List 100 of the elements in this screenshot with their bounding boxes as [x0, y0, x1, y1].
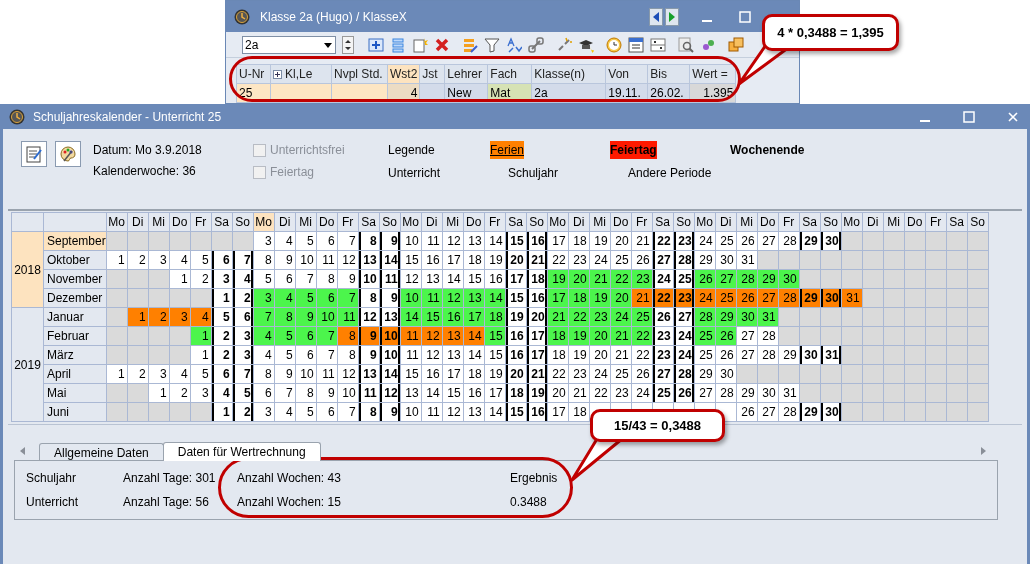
weekday-header: Di: [274, 212, 296, 232]
column-header[interactable]: Wert =: [689, 64, 736, 84]
week-label: Kalenderwoche: 36: [93, 163, 196, 180]
clock-icon: [9, 108, 25, 125]
copy-icon[interactable]: [728, 36, 744, 53]
column-header[interactable]: Von: [605, 64, 648, 84]
maximize-icon[interactable]: [739, 10, 751, 23]
weekday-header: Mo: [547, 212, 569, 232]
weeks-value: Anzahl Wochen: 43: [237, 470, 341, 487]
rows-icon[interactable]: [390, 36, 406, 53]
filter-icon[interactable]: [484, 36, 500, 53]
legend-item: Wochenende: [730, 142, 805, 159]
column-header[interactable]: Jst: [419, 64, 445, 84]
legend-item: Feiertag: [610, 141, 657, 159]
days-value: Anzahl Tage: 301: [123, 470, 216, 487]
result-value: Ergebnis: [510, 470, 558, 487]
weekday-header: Sa: [358, 212, 380, 232]
tab[interactable]: Allgemeine Daten: [39, 443, 164, 461]
weeks-value: Anzahl Wochen: 15: [237, 494, 341, 511]
weekday-header: Mo: [106, 212, 128, 232]
weekday-header: Mi: [736, 212, 758, 232]
weekday-header: Di: [862, 212, 884, 232]
weekday-header: Fr: [190, 212, 212, 232]
new-page-icon[interactable]: [412, 36, 428, 53]
column-header[interactable]: Fach: [487, 64, 532, 84]
column-header[interactable]: Nvpl Std.: [331, 64, 388, 84]
weekday-header: Do: [610, 212, 632, 232]
table-icon[interactable]: [650, 36, 666, 53]
date-label: Datum: Mo 3.9.2018: [93, 142, 202, 159]
weekday-header: Mo: [694, 212, 716, 232]
weekday-header: Mo: [400, 212, 422, 232]
link-icon[interactable]: [528, 36, 544, 53]
expand-icon[interactable]: [273, 69, 282, 79]
weekday-header: So: [673, 212, 695, 232]
weekday-header: Do: [316, 212, 338, 232]
window-title: Klasse 2a (Hugo) / KlasseX: [260, 8, 408, 26]
checkbox-label: Unterrichtsfrei: [270, 142, 345, 159]
search-icon[interactable]: [678, 36, 694, 53]
window-title: Schuljahreskalender - Unterricht 25: [33, 108, 223, 126]
column-header[interactable]: U-Nr: [236, 64, 271, 84]
weekday-header: Fr: [337, 212, 359, 232]
legend-item: Unterricht: [388, 165, 440, 182]
weekday-header: Mi: [883, 212, 905, 232]
weekday-header: Do: [169, 212, 191, 232]
sort-icon[interactable]: [506, 36, 522, 53]
edit-list-icon[interactable]: [462, 36, 478, 53]
weekday-header: Mi: [442, 212, 464, 232]
calendar-icon[interactable]: [628, 36, 644, 53]
scroll-right-icon[interactable]: [979, 446, 987, 456]
days-value: Anzahl Tage: 56: [123, 494, 209, 511]
callout: 4 * 0,3488 = 1,395: [762, 14, 899, 51]
weekday-header: So: [967, 212, 989, 232]
weekday-header: Fr: [484, 212, 506, 232]
weekday-header: So: [526, 212, 548, 232]
weekday-header: Sa: [799, 212, 821, 232]
weekday-header: Sa: [211, 212, 233, 232]
weekday-header: Di: [715, 212, 737, 232]
spinner-icon[interactable]: [342, 35, 354, 54]
palette-icon: [59, 145, 77, 163]
weekday-header: Sa: [505, 212, 527, 232]
row-label: Unterricht: [26, 494, 78, 511]
column-header[interactable]: Klasse(n): [531, 64, 606, 84]
weekday-header: Di: [421, 212, 443, 232]
column-header[interactable]: Lehrer: [444, 64, 488, 84]
clock-icon: [234, 8, 250, 25]
legend-item: Schuljahr: [508, 165, 559, 182]
weekday-header: Di: [568, 212, 590, 232]
weekday-header: Mo: [841, 212, 863, 232]
callout: 15/43 = 0,3488: [590, 409, 725, 442]
edit-button[interactable]: [21, 141, 47, 167]
weekday-header: So: [379, 212, 401, 232]
result-value: 0.3488: [510, 494, 547, 511]
weekday-header: Do: [463, 212, 485, 232]
maximize-icon[interactable]: [963, 110, 975, 123]
weekday-header: So: [232, 212, 254, 232]
weekday-header: So: [820, 212, 842, 232]
row-label: Schuljahr: [26, 470, 77, 487]
tab[interactable]: Daten für Wertrechnung: [162, 442, 321, 461]
weekday-header: Mi: [589, 212, 611, 232]
close-icon[interactable]: [1007, 110, 1019, 123]
class-dropdown[interactable]: 2a: [242, 35, 336, 54]
clock-icon[interactable]: [606, 36, 622, 53]
legend-title: Legende: [388, 142, 435, 159]
weekday-header: Mo: [253, 212, 275, 232]
weekday-header: Di: [127, 212, 149, 232]
color-button[interactable]: [55, 141, 81, 167]
weekday-header: Mi: [148, 212, 170, 232]
weekday-header: Sa: [946, 212, 968, 232]
weekday-header: Fr: [778, 212, 800, 232]
notepad-icon: [25, 145, 43, 163]
column-header[interactable]: Bis: [647, 64, 690, 84]
year-cell: 2018: [11, 231, 44, 308]
weekday-header: Do: [904, 212, 926, 232]
weekday-header: Mi: [295, 212, 317, 232]
delete-icon[interactable]: [434, 36, 450, 53]
scroll-left-icon[interactable]: [19, 446, 27, 456]
weekday-header: Do: [757, 212, 779, 232]
legend-item: Ferien: [490, 141, 524, 159]
year-cell: 2019: [11, 307, 44, 422]
column-header[interactable]: Wst2: [387, 64, 420, 84]
